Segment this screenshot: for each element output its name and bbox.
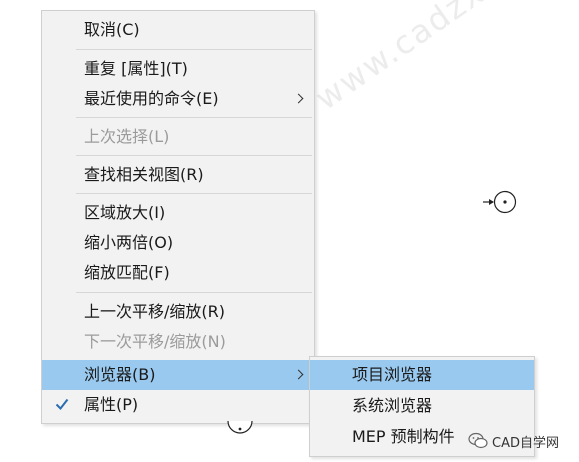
context-menu: 取消(C) 重复 [属性](T) 最近使用的命令(E) 上次选择(L) 查找相关… — [41, 10, 315, 424]
menu-item-label: 缩小两倍(O) — [84, 233, 174, 252]
menu-separator — [76, 117, 312, 118]
menu-item-last-selection[interactable]: 上次选择(L) — [42, 122, 314, 152]
menu-item-zoom-out-half[interactable]: 缩小两倍(O) — [42, 228, 314, 258]
menu-item-label: 最近使用的命令(E) — [84, 89, 219, 108]
menu-separator — [76, 155, 312, 156]
submenu-item-project-browser[interactable]: 项目浏览器 — [310, 360, 534, 390]
menu-item-label: 取消(C) — [84, 20, 140, 39]
menu-item-zoom-region[interactable]: 区域放大(I) — [42, 198, 314, 228]
menu-separator — [76, 49, 312, 50]
menu-item-label: 上一次平移/缩放(R) — [84, 302, 225, 321]
menu-item-label: 重复 [属性](T) — [84, 59, 188, 78]
menu-item-zoom-to-fit[interactable]: 缩放匹配(F) — [42, 258, 314, 288]
menu-item-previous-pan-zoom[interactable]: 上一次平移/缩放(R) — [42, 297, 314, 327]
wechat-icon — [468, 432, 488, 449]
submenu-item-system-browser[interactable]: 系统浏览器 — [310, 391, 534, 421]
view-marker-icon — [483, 190, 517, 214]
menu-item-cancel[interactable]: 取消(C) — [42, 15, 314, 45]
menu-item-browsers[interactable]: 浏览器(B) — [42, 360, 314, 390]
chevron-right-icon — [293, 93, 304, 104]
menu-item-label: 上次选择(L) — [84, 127, 170, 146]
menu-item-label: 缩放匹配(F) — [84, 263, 170, 282]
menu-item-label: 浏览器(B) — [84, 365, 156, 384]
menu-item-label: 区域放大(I) — [84, 203, 166, 222]
menu-item-label: 项目浏览器 — [352, 365, 433, 384]
menu-item-next-pan-zoom[interactable]: 下一次平移/缩放(N) — [42, 327, 314, 357]
view-marker-icon — [227, 420, 253, 434]
menu-item-recent-commands[interactable]: 最近使用的命令(E) — [42, 84, 314, 114]
logo-text: CAD自学网 — [492, 435, 559, 451]
site-logo: CAD自学网 — [468, 430, 559, 452]
menu-item-label: 系统浏览器 — [352, 396, 433, 415]
menu-item-repeat[interactable]: 重复 [属性](T) — [42, 54, 314, 84]
menu-item-properties[interactable]: 属性(P) — [42, 390, 314, 420]
menu-item-label: 属性(P) — [84, 395, 139, 414]
checkmark-icon — [55, 398, 69, 411]
menu-item-label: MEP 预制构件 — [352, 427, 455, 446]
menu-separator — [76, 292, 312, 293]
menu-separator — [76, 193, 312, 194]
menu-item-label: 下一次平移/缩放(N) — [84, 332, 226, 351]
menu-item-find-related-views[interactable]: 查找相关视图(R) — [42, 160, 314, 190]
chevron-right-icon — [293, 369, 304, 380]
menu-item-label: 查找相关视图(R) — [84, 165, 204, 184]
